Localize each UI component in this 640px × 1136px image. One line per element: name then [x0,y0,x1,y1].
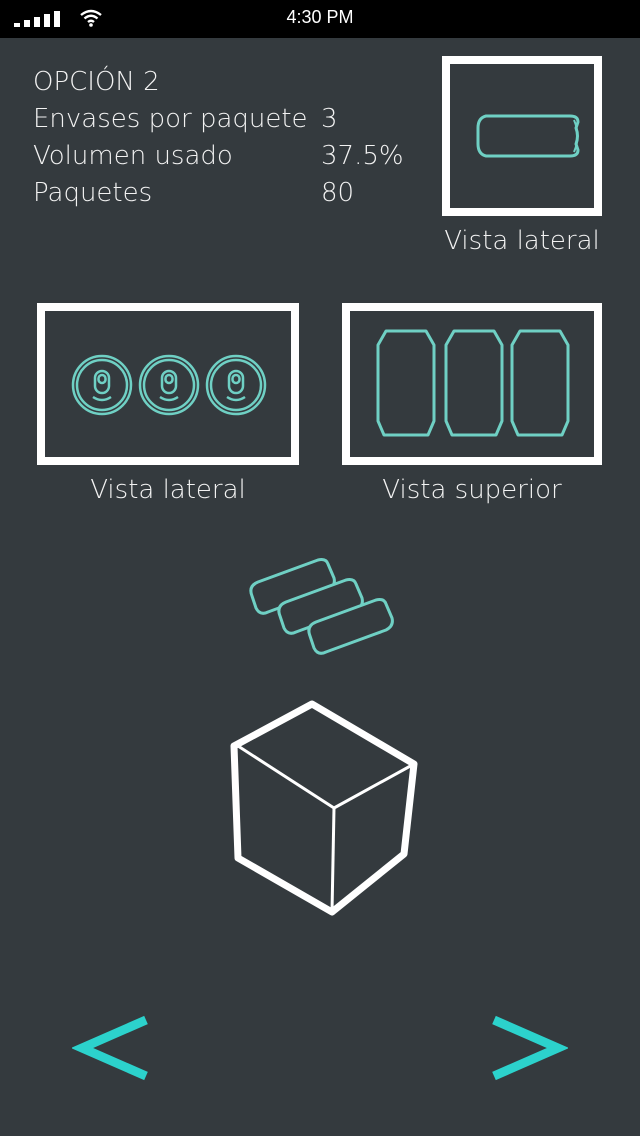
chevron-right-icon [492,1015,568,1081]
cube-box-icon [230,700,418,916]
single-can-view-caption: Vista lateral [444,226,600,256]
prev-button[interactable] [72,1012,152,1092]
can-side-icon [476,114,580,158]
option-title: OPCIÓN 2 [33,67,160,97]
cans-top-icon [71,354,267,416]
chevron-left-icon [72,1015,148,1081]
info-value: 3 [321,104,338,134]
info-row-volume-used: Volumen usado 37.5% [33,138,404,175]
info-label: Paquetes [33,178,153,208]
status-time: 4:30 PM [286,7,354,27]
cans-front-icon [376,329,570,437]
pack-top-view-caption: Vista lateral [90,475,246,505]
pack-front-view-frame [342,303,602,465]
status-bar: 4:30 PM [0,0,640,38]
info-label: Envases por paquete [33,104,308,134]
info-value: 37.5% [321,141,404,171]
option-info: OPCIÓN 2 Envases por paquete 3 Volumen u… [33,64,404,212]
info-row-cans-per-pack: Envases por paquete 3 [33,101,338,138]
single-can-view-frame [442,56,602,216]
pack-top-view-frame [37,303,299,465]
info-label: Volumen usado [33,141,233,171]
next-button[interactable] [488,1012,568,1092]
cans-stack-icon [249,558,394,655]
pack-front-view-caption: Vista superior [382,475,562,505]
info-value: 80 [321,178,355,208]
info-row-packages: Paquetes 80 [33,175,354,212]
